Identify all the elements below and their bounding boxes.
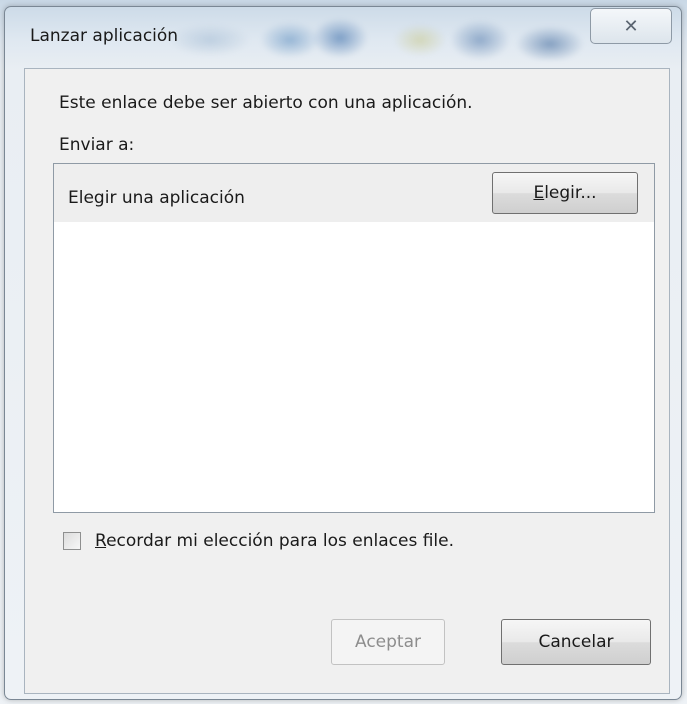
choose-button-label: legir... [544, 183, 597, 203]
remember-choice-checkbox[interactable] [63, 532, 81, 550]
close-button[interactable]: ✕ [590, 8, 672, 44]
window-frame: Lanzar aplicación ✕ Este enlace debe ser… [0, 0, 687, 704]
remember-choice-accel: R [95, 531, 107, 551]
send-to-label: Enviar a: [59, 135, 135, 155]
accept-button[interactable]: Aceptar [331, 619, 445, 665]
choose-button-accel: E [533, 183, 545, 203]
remember-choice-label[interactable]: Recordar mi elección para los enlaces fi… [95, 531, 454, 551]
close-icon: ✕ [623, 15, 639, 37]
dialog-message: Este enlace debe ser abierto con una apl… [59, 93, 473, 113]
choose-button[interactable]: Elegir... [492, 172, 638, 214]
cancel-button[interactable]: Cancelar [501, 619, 651, 665]
remember-choice-text: ecordar mi elección para los enlaces fil… [106, 531, 455, 551]
dialog-body: Este enlace debe ser abierto con una apl… [24, 68, 670, 694]
remember-choice-row[interactable]: Recordar mi elección para los enlaces fi… [63, 531, 454, 551]
list-item[interactable]: Elegir una aplicación Elegir... [54, 164, 654, 222]
window-title: Lanzar aplicación [30, 26, 179, 46]
list-item-label: Elegir una aplicación [68, 188, 245, 208]
application-list[interactable]: Elegir una aplicación Elegir... [53, 163, 655, 513]
